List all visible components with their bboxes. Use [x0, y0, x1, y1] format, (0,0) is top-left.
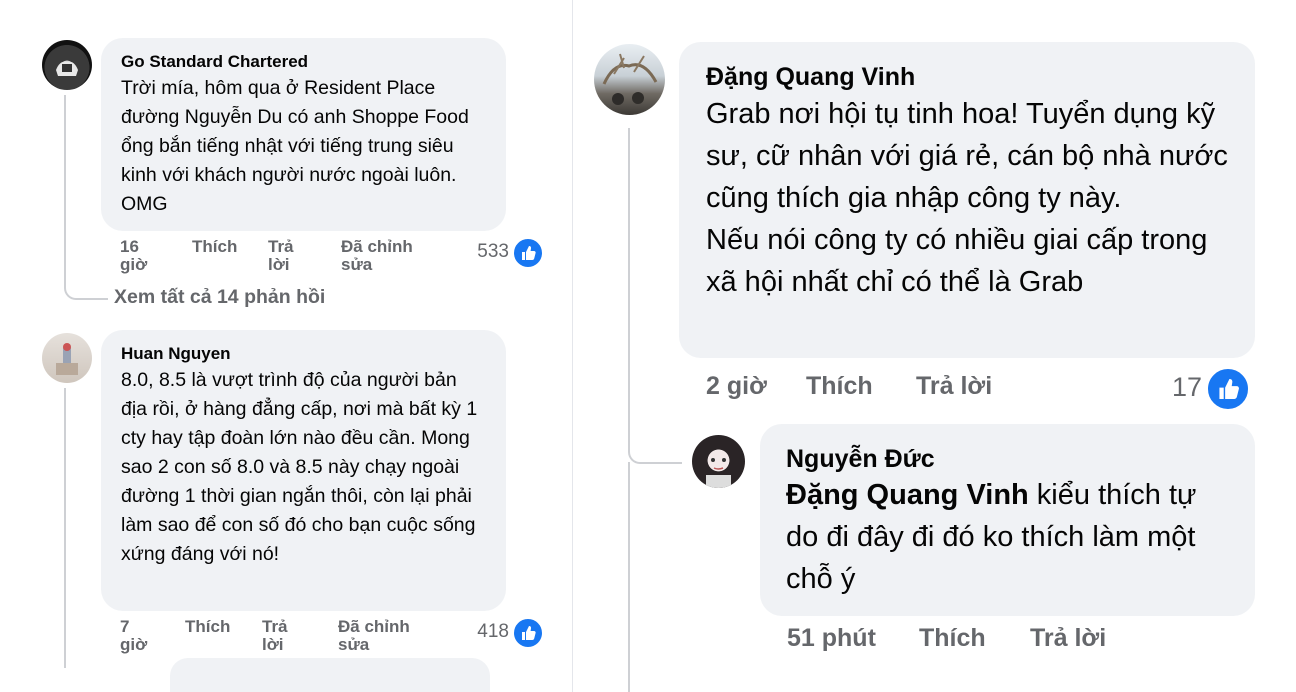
comment-time[interactable]: 16 giờ — [120, 237, 147, 275]
reply-link[interactable]: Trả lời — [1030, 625, 1106, 652]
avatar[interactable] — [42, 333, 92, 383]
right-thread-line — [628, 128, 630, 438]
comment-author[interactable]: Đặng Quang Vinh — [706, 62, 1228, 92]
like-link[interactable]: Thích — [192, 237, 237, 256]
thumbs-up-icon — [512, 617, 544, 649]
reply-link[interactable]: Trả lời — [262, 617, 288, 655]
comment-bubble: Huan Nguyen 8.0, 8.5 là vượt trình độ củ… — [101, 330, 506, 611]
comment-text: Đặng Quang Vinh kiểu thích tự do đi đây … — [786, 474, 1229, 600]
column-divider — [572, 0, 573, 692]
comment-author[interactable]: Huan Nguyen — [121, 344, 486, 364]
reaction-count[interactable]: 533 — [460, 241, 509, 263]
comment-author[interactable]: Nguyễn Đức — [786, 444, 1229, 474]
like-link[interactable]: Thích — [806, 373, 873, 400]
avatar[interactable] — [692, 435, 745, 488]
comment-author[interactable]: Go Standard Chartered — [121, 52, 486, 72]
left-thread-line-2 — [64, 388, 66, 668]
right-thread-curve — [628, 430, 682, 464]
comment-bubble: Đặng Quang Vinh Grab nơi hội tụ tinh hoa… — [679, 42, 1255, 358]
left-thread-line-1 — [64, 95, 66, 275]
thumbs-up-icon — [1206, 367, 1250, 411]
mention-link[interactable]: Đặng Quang Vinh — [786, 479, 1029, 511]
comment-text: 8.0, 8.5 là vượt trình độ của người bản … — [121, 369, 478, 565]
like-link[interactable]: Thích — [185, 617, 230, 636]
right-thread-line-lower — [628, 462, 630, 692]
avatar[interactable] — [594, 44, 665, 115]
view-replies-link[interactable]: Xem tất cả 14 phản hồi — [114, 286, 325, 309]
comment-bubble: Nguyễn Đức Đặng Quang Vinh kiểu thích tự… — [760, 424, 1255, 616]
comment-text-2: Nếu nói công ty có nhiều giai cấp trong … — [706, 224, 1208, 298]
comment-time[interactable]: 7 giờ — [120, 617, 147, 655]
thumbs-up-icon — [512, 237, 544, 269]
reaction-count[interactable]: 17 — [1160, 372, 1202, 403]
comment-bubble: Go Standard Chartered Trời mía, hôm qua … — [101, 38, 506, 231]
comment-text: Grab nơi hội tụ tinh hoa! Tuyển dụng kỹ … — [706, 98, 1228, 214]
like-link[interactable]: Thích — [919, 625, 986, 652]
avatar[interactable] — [42, 40, 92, 90]
comment-time[interactable]: 51 phút — [787, 625, 876, 652]
edited-label[interactable]: Đã chỉnh sửa — [338, 617, 410, 655]
comment-time[interactable]: 2 giờ — [706, 373, 767, 400]
next-bubble-edge — [170, 658, 490, 692]
left-thread-curve-1 — [64, 270, 108, 300]
reply-link[interactable]: Trả lời — [916, 373, 992, 400]
reaction-count[interactable]: 418 — [463, 621, 509, 643]
comment-text: Trời mía, hôm qua ở Resident Place đường… — [121, 77, 469, 215]
reply-link[interactable]: Trả lời — [268, 237, 294, 275]
edited-label[interactable]: Đã chỉnh sửa — [341, 237, 413, 275]
